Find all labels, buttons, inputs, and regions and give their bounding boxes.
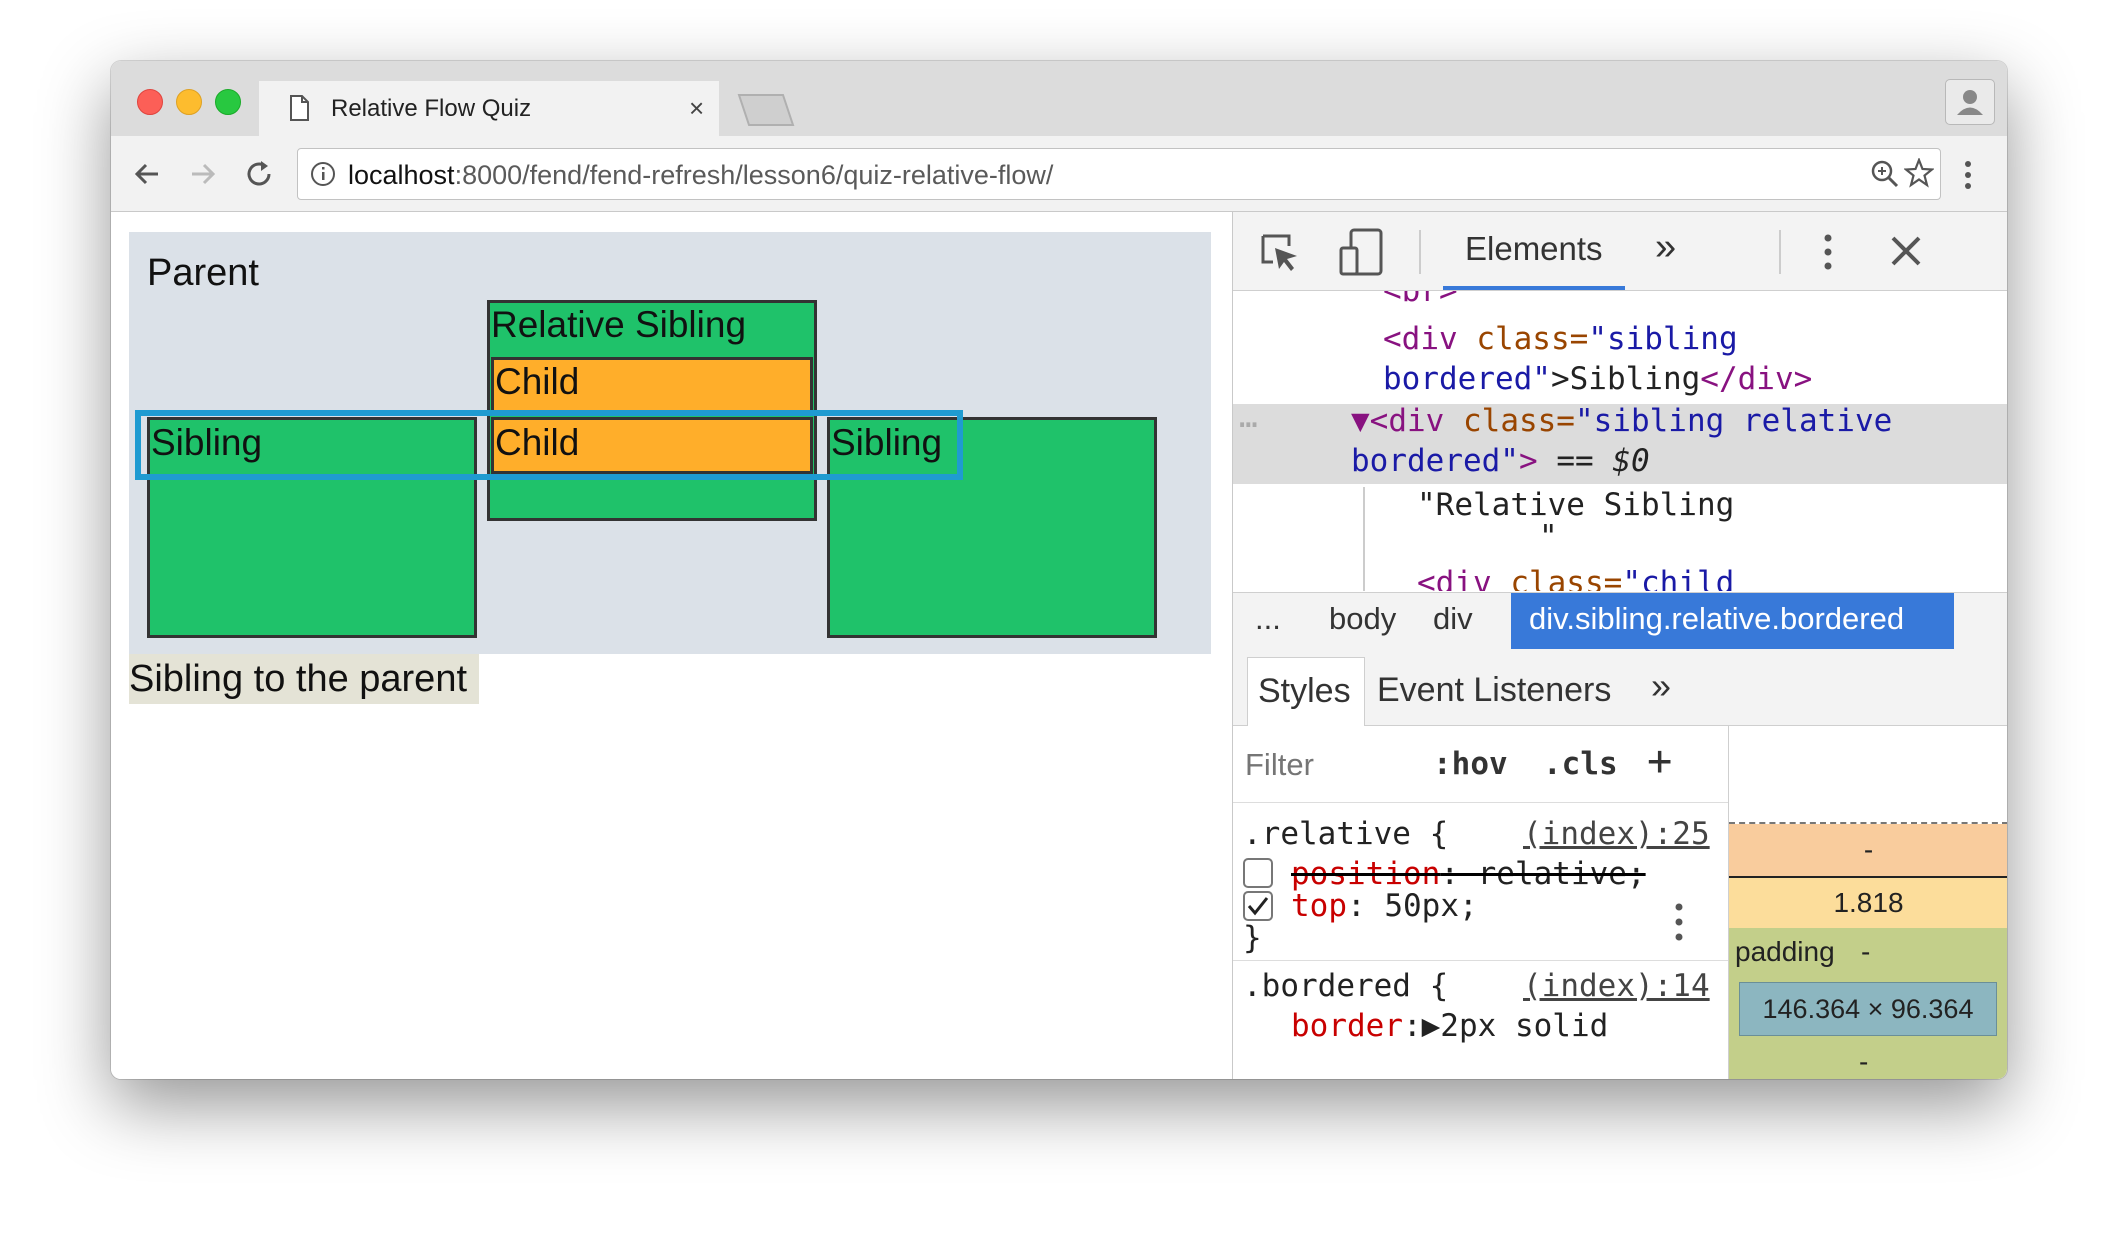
arrow-right-icon xyxy=(192,163,216,185)
address-bar[interactable]: localhost:8000/fend/fend-refresh/lesson6… xyxy=(297,148,1941,200)
checkmark-icon xyxy=(1247,897,1269,916)
new-tab-button[interactable] xyxy=(731,93,801,132)
dom-line-selected[interactable]: bordered"> == $0 xyxy=(1351,443,1650,479)
breadcrumb: ... body div div.sibling.relative.border… xyxy=(1233,592,2007,650)
box-border[interactable]: 1.818 xyxy=(1729,878,2007,928)
add-rule-icon[interactable]: + xyxy=(1647,736,1672,785)
bookmark-star-icon[interactable] xyxy=(1903,156,1935,193)
tab-title: Relative Flow Quiz xyxy=(331,95,532,122)
child-label-1: Child xyxy=(495,361,580,402)
cls-toggle[interactable]: .cls xyxy=(1543,746,1618,782)
toolbar-divider-2 xyxy=(1779,230,1781,274)
padding-bottom-value: - xyxy=(1859,1046,1869,1077)
rule-divider xyxy=(1233,960,1728,961)
rule-menu-icon[interactable] xyxy=(1673,902,1685,950)
styles-subtabs: Styles Event Listeners » xyxy=(1233,649,2007,727)
breadcrumb-body[interactable]: body xyxy=(1329,601,1396,637)
dom-indent-guide xyxy=(1363,487,1365,591)
minimize-window-button[interactable] xyxy=(176,89,202,115)
maximize-window-button[interactable] xyxy=(215,89,241,115)
parent-label: Parent xyxy=(147,252,259,294)
person-icon xyxy=(1957,90,1983,115)
page-viewport: Parent Relative Sibling Child Child Sibl… xyxy=(111,212,1231,1079)
devtools-toolbar: Elements » xyxy=(1233,212,2007,291)
rule-source-link[interactable]: (index):14 xyxy=(1523,968,1710,1004)
box-content[interactable]: 146.364 × 96.364 xyxy=(1739,982,1997,1036)
active-tab-indicator xyxy=(1443,286,1625,290)
property-border[interactable]: border:▶2px solid xyxy=(1291,1008,1608,1044)
rule-selector-bordered[interactable]: .bordered { xyxy=(1243,968,1448,1004)
filter-input[interactable] xyxy=(1243,744,1407,786)
inspect-element-icon[interactable] xyxy=(1259,232,1301,279)
url-text: localhost:8000/fend/fend-refresh/lesson6… xyxy=(348,160,1054,190)
close-tab-icon[interactable]: × xyxy=(689,93,704,124)
close-window-button[interactable] xyxy=(137,89,163,115)
property-position[interactable]: position: relative; xyxy=(1291,856,1646,892)
devtools-panel: Elements » <br> <div class="sibling bord… xyxy=(1232,212,2007,1079)
more-panels-icon[interactable]: » xyxy=(1655,226,1676,269)
styles-pane: :hov .cls + .relative { (index):25 posit… xyxy=(1233,726,1729,1079)
property-checkbox-top[interactable] xyxy=(1243,891,1273,921)
profile-button[interactable] xyxy=(1945,79,1995,125)
browser-toolbar: localhost:8000/fend/fend-refresh/lesson6… xyxy=(111,136,2007,212)
padding-value: - xyxy=(1861,936,1871,967)
zoom-icon[interactable] xyxy=(1870,159,1900,194)
tab-bar: Relative Flow Quiz × xyxy=(111,61,2007,137)
tab-styles[interactable]: Styles xyxy=(1247,657,1365,727)
info-icon[interactable] xyxy=(310,161,336,192)
browser-window: Relative Flow Quiz × localhost:8000/fend… xyxy=(111,61,2007,1079)
padding-label: padding xyxy=(1735,936,1835,967)
arrow-left-icon xyxy=(134,163,158,185)
filter-row: :hov .cls + xyxy=(1233,726,1728,803)
dom-tree: <br> <div class="sibling bordered">Sibli… xyxy=(1233,291,2007,591)
reload-icon xyxy=(247,161,271,186)
property-checkbox-position[interactable] xyxy=(1243,858,1273,888)
breadcrumb-selected[interactable]: div.sibling.relative.bordered xyxy=(1511,593,1954,649)
close-devtools-icon[interactable] xyxy=(1889,234,1923,273)
box-padding[interactable]: padding - 146.364 × 96.364 - xyxy=(1729,928,2007,1079)
box-margin[interactable]: - xyxy=(1729,824,2007,878)
dom-text-node[interactable]: "Relative Sibling xyxy=(1417,487,1734,523)
relative-sibling-label: Relative Sibling xyxy=(491,304,747,345)
tab-event-listeners[interactable]: Event Listeners xyxy=(1377,671,1611,710)
device-toolbar-icon[interactable] xyxy=(1339,228,1385,281)
hov-toggle[interactable]: :hov xyxy=(1433,746,1508,782)
reload-button[interactable] xyxy=(243,158,275,195)
devtools-menu-icon[interactable] xyxy=(1821,232,1835,277)
inspect-highlight-overlay xyxy=(135,410,963,480)
property-top[interactable]: top: 50px; xyxy=(1291,888,1478,924)
dom-line[interactable]: <br> xyxy=(1383,291,1458,309)
dom-text-node[interactable]: " xyxy=(1539,519,1558,555)
dom-line[interactable]: bordered">Sibling</div> xyxy=(1383,361,1812,397)
tab-elements[interactable]: Elements xyxy=(1465,230,1603,268)
breadcrumb-div[interactable]: div xyxy=(1433,601,1473,637)
rule-source-link[interactable]: (index):25 xyxy=(1523,816,1710,852)
sibling-to-parent-text: Sibling to the parent xyxy=(129,654,479,704)
breadcrumb-ellipsis[interactable]: ... xyxy=(1255,601,1281,637)
dom-line[interactable]: <div class="sibling xyxy=(1383,321,1738,357)
dom-line-selected[interactable]: ▼<div class="sibling relative xyxy=(1351,403,1892,439)
toolbar-divider xyxy=(1419,230,1421,274)
document-icon xyxy=(289,95,309,126)
browser-tab[interactable]: Relative Flow Quiz × xyxy=(259,81,719,137)
browser-menu-icon[interactable] xyxy=(1961,160,1975,195)
box-model-pane: - 1.818 padding - 146.364 × 96.364 - xyxy=(1729,726,2007,1079)
dom-ellipsis[interactable]: … xyxy=(1239,399,1258,435)
more-subtabs-icon[interactable]: » xyxy=(1651,665,1671,707)
dom-line[interactable]: <div class="child xyxy=(1417,565,1734,591)
back-button[interactable] xyxy=(131,158,163,195)
rule-selector-relative[interactable]: .relative { xyxy=(1243,816,1448,852)
forward-button[interactable] xyxy=(187,158,219,195)
rule-close-brace: } xyxy=(1243,920,1262,956)
